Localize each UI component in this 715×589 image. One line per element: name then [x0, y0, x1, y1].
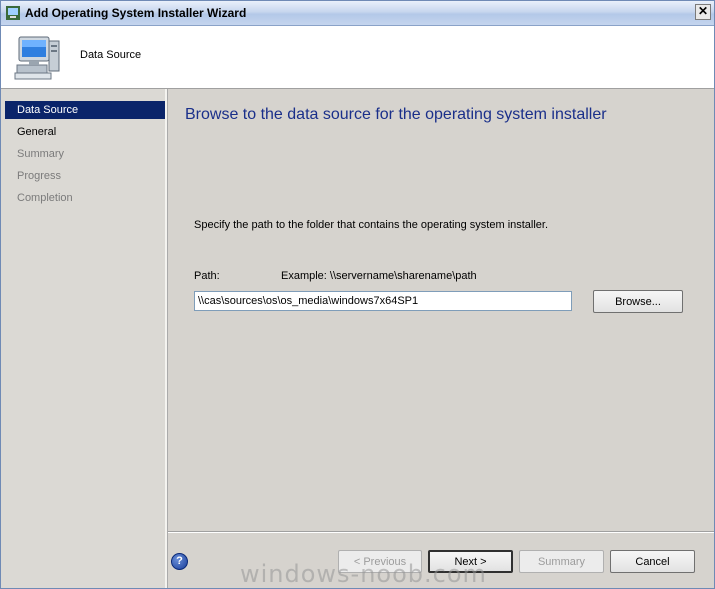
- computer-icon: [14, 36, 60, 80]
- wizard-window: Add Operating System Installer Wizard ✕ …: [0, 0, 715, 589]
- watermark-text: windows-noob.com: [240, 560, 487, 588]
- title-bar[interactable]: Add Operating System Installer Wizard ✕: [1, 1, 714, 26]
- sidebar-item-summary: Summary: [17, 148, 65, 160]
- window-title: Add Operating System Installer Wizard: [25, 6, 247, 20]
- help-icon[interactable]: ?: [171, 553, 188, 570]
- sidebar-item-completion: Completion: [17, 192, 73, 204]
- sidebar-item-progress: Progress: [17, 170, 62, 182]
- sidebar-item-general[interactable]: General: [5, 123, 165, 141]
- path-example-text: Example: \\servername\sharename\path: [281, 270, 477, 282]
- wizard-steps-sidebar: Data Source General Summary Progress Com…: [1, 89, 167, 588]
- wizard-header: Data Source: [1, 26, 714, 89]
- close-button[interactable]: ✕: [695, 4, 711, 20]
- summary-button[interactable]: Summary: [519, 550, 604, 573]
- main-panel: Browse to the data source for the operat…: [168, 89, 714, 588]
- cancel-button[interactable]: Cancel: [610, 550, 695, 573]
- path-label: Path:: [194, 270, 220, 282]
- footer-divider: [168, 531, 714, 533]
- wizard-app-icon: [6, 6, 20, 20]
- sidebar-item-data-source[interactable]: Data Source: [5, 101, 165, 119]
- path-input[interactable]: [194, 291, 572, 311]
- page-title: Browse to the data source for the operat…: [185, 106, 607, 123]
- browse-button[interactable]: Browse...: [593, 290, 683, 313]
- header-title: Data Source: [80, 49, 142, 61]
- instruction-text: Specify the path to the folder that cont…: [194, 219, 549, 231]
